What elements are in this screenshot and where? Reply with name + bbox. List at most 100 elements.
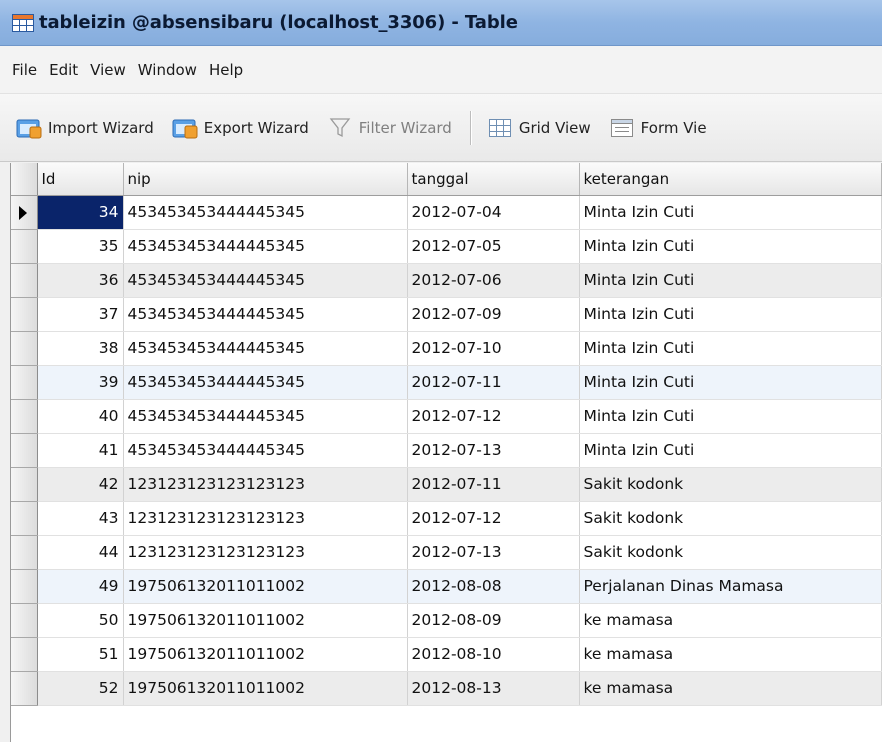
cell-tanggal[interactable]: 2012-08-13 bbox=[407, 671, 580, 706]
cell-nip[interactable]: 197506132011011002 bbox=[123, 603, 408, 638]
cell-nip[interactable]: 123123123123123123 bbox=[123, 535, 408, 570]
table-row[interactable]: 34 453453453444445345 2012-07-04 Minta Izin… bbox=[11, 195, 882, 230]
table-row[interactable]: 36 453453453444445345 2012-07-06 Minta Izin… bbox=[11, 263, 882, 298]
cell-nip[interactable]: 453453453444445345 bbox=[123, 263, 408, 298]
table-row[interactable]: 51 197506132011011002 2012-08-10 ke mamasa bbox=[11, 637, 882, 672]
row-selector[interactable] bbox=[11, 501, 38, 536]
cell-id[interactable]: 52 bbox=[37, 671, 124, 706]
cell-nip[interactable]: 197506132011011002 bbox=[123, 671, 408, 706]
cell-nip[interactable]: 453453453444445345 bbox=[123, 399, 408, 434]
cell-tanggal[interactable]: 2012-07-13 bbox=[407, 433, 580, 468]
cell-nip[interactable]: 453453453444445345 bbox=[123, 297, 408, 332]
row-selector[interactable] bbox=[11, 535, 38, 570]
cell-id[interactable]: 34 bbox=[37, 195, 124, 230]
table-row[interactable]: 38 453453453444445345 2012-07-10 Minta Izin… bbox=[11, 331, 882, 366]
row-selector[interactable] bbox=[11, 331, 38, 366]
cell-tanggal[interactable]: 2012-07-09 bbox=[407, 297, 580, 332]
cell-keterangan[interactable]: Sakit kodonk bbox=[579, 501, 882, 536]
cell-tanggal[interactable]: 2012-07-11 bbox=[407, 467, 580, 502]
cell-id[interactable]: 36 bbox=[37, 263, 124, 298]
form-view-button[interactable]: Form Vie bbox=[603, 113, 713, 143]
cell-keterangan[interactable]: Sakit kodonk bbox=[579, 535, 882, 570]
cell-keterangan[interactable]: Minta Izin Cuti bbox=[579, 399, 882, 434]
row-selector[interactable] bbox=[11, 263, 38, 298]
menu-window[interactable]: Window bbox=[132, 58, 203, 82]
cell-id[interactable]: 39 bbox=[37, 365, 124, 400]
cell-id[interactable]: 38 bbox=[37, 331, 124, 366]
cell-keterangan[interactable]: ke mamasa bbox=[579, 671, 882, 706]
row-selector[interactable] bbox=[11, 671, 38, 706]
row-selector[interactable] bbox=[11, 365, 38, 400]
table-row[interactable]: 49 197506132011011002 2012-08-08 Perjalanan… bbox=[11, 569, 882, 604]
cell-nip[interactable]: 453453453444445345 bbox=[123, 433, 408, 468]
cell-keterangan[interactable]: Minta Izin Cuti bbox=[579, 365, 882, 400]
cell-tanggal[interactable]: 2012-07-04 bbox=[407, 195, 580, 230]
data-grid[interactable]: Id nip tanggal keterangan 34 453453453444… bbox=[10, 163, 882, 742]
cell-keterangan[interactable]: Minta Izin Cuti bbox=[579, 433, 882, 468]
row-selector[interactable] bbox=[11, 433, 38, 468]
cell-tanggal[interactable]: 2012-08-08 bbox=[407, 569, 580, 604]
cell-keterangan[interactable]: ke mamasa bbox=[579, 603, 882, 638]
cell-keterangan[interactable]: Sakit kodonk bbox=[579, 467, 882, 502]
cell-tanggal[interactable]: 2012-08-09 bbox=[407, 603, 580, 638]
table-row[interactable]: 41 453453453444445345 2012-07-13 Minta Izin… bbox=[11, 433, 882, 468]
cell-keterangan[interactable]: Minta Izin Cuti bbox=[579, 331, 882, 366]
cell-keterangan[interactable]: Perjalanan Dinas Mamasa bbox=[579, 569, 882, 604]
column-header-id[interactable]: Id bbox=[37, 163, 124, 196]
cell-id[interactable]: 44 bbox=[37, 535, 124, 570]
cell-id[interactable]: 42 bbox=[37, 467, 124, 502]
cell-keterangan[interactable]: Minta Izin Cuti bbox=[579, 195, 882, 230]
cell-tanggal[interactable]: 2012-07-10 bbox=[407, 331, 580, 366]
cell-tanggal[interactable]: 2012-07-12 bbox=[407, 399, 580, 434]
cell-id[interactable]: 41 bbox=[37, 433, 124, 468]
cell-id[interactable]: 51 bbox=[37, 637, 124, 672]
cell-id[interactable]: 49 bbox=[37, 569, 124, 604]
cell-nip[interactable]: 123123123123123123 bbox=[123, 467, 408, 502]
grid-view-button[interactable]: Grid View bbox=[481, 113, 597, 143]
cell-tanggal[interactable]: 2012-08-10 bbox=[407, 637, 580, 672]
table-row[interactable]: 40 453453453444445345 2012-07-12 Minta Izin… bbox=[11, 399, 882, 434]
cell-tanggal[interactable]: 2012-07-13 bbox=[407, 535, 580, 570]
cell-keterangan[interactable]: Minta Izin Cuti bbox=[579, 297, 882, 332]
row-selector[interactable] bbox=[11, 637, 38, 672]
row-selector[interactable] bbox=[11, 399, 38, 434]
table-row[interactable]: 39 453453453444445345 2012-07-11 Minta Izin… bbox=[11, 365, 882, 400]
cell-keterangan[interactable]: Minta Izin Cuti bbox=[579, 263, 882, 298]
cell-tanggal[interactable]: 2012-07-11 bbox=[407, 365, 580, 400]
column-header-keterangan[interactable]: keterangan bbox=[579, 163, 882, 196]
cell-id[interactable]: 37 bbox=[37, 297, 124, 332]
row-selector[interactable] bbox=[11, 229, 38, 264]
cell-nip[interactable]: 453453453444445345 bbox=[123, 365, 408, 400]
table-row[interactable]: 42 123123123123123123 2012-07-11 Sakit kodo… bbox=[11, 467, 882, 502]
row-selector-header[interactable] bbox=[11, 163, 38, 196]
cell-nip[interactable]: 123123123123123123 bbox=[123, 501, 408, 536]
cell-nip[interactable]: 453453453444445345 bbox=[123, 195, 408, 230]
export-wizard-button[interactable]: Export Wizard bbox=[166, 113, 315, 143]
table-row[interactable]: 37 453453453444445345 2012-07-09 Minta Izin… bbox=[11, 297, 882, 332]
table-row[interactable]: 35 453453453444445345 2012-07-05 Minta Izin… bbox=[11, 229, 882, 264]
table-row[interactable]: 52 197506132011011002 2012-08-13 ke mamasa bbox=[11, 671, 882, 706]
table-row[interactable]: 44 123123123123123123 2012-07-13 Sakit kodo… bbox=[11, 535, 882, 570]
cell-keterangan[interactable]: ke mamasa bbox=[579, 637, 882, 672]
column-header-tanggal[interactable]: tanggal bbox=[407, 163, 580, 196]
cell-keterangan[interactable]: Minta Izin Cuti bbox=[579, 229, 882, 264]
row-selector[interactable] bbox=[11, 195, 38, 230]
row-selector[interactable] bbox=[11, 569, 38, 604]
row-selector[interactable] bbox=[11, 467, 38, 502]
table-row[interactable]: 50 197506132011011002 2012-08-09 ke mamasa bbox=[11, 603, 882, 638]
import-wizard-button[interactable]: Import Wizard bbox=[10, 113, 160, 143]
cell-id[interactable]: 35 bbox=[37, 229, 124, 264]
filter-wizard-button[interactable]: Filter Wizard bbox=[321, 113, 458, 143]
row-selector[interactable] bbox=[11, 603, 38, 638]
cell-nip[interactable]: 197506132011011002 bbox=[123, 637, 408, 672]
title-bar[interactable]: tableizin @absensibaru (localhost_3306) … bbox=[0, 0, 882, 46]
table-row[interactable]: 43 123123123123123123 2012-07-12 Sakit kodo… bbox=[11, 501, 882, 536]
cell-nip[interactable]: 453453453444445345 bbox=[123, 331, 408, 366]
cell-nip[interactable]: 197506132011011002 bbox=[123, 569, 408, 604]
menu-edit[interactable]: Edit bbox=[43, 58, 84, 82]
cell-tanggal[interactable]: 2012-07-06 bbox=[407, 263, 580, 298]
cell-tanggal[interactable]: 2012-07-12 bbox=[407, 501, 580, 536]
cell-id[interactable]: 40 bbox=[37, 399, 124, 434]
cell-tanggal[interactable]: 2012-07-05 bbox=[407, 229, 580, 264]
cell-id[interactable]: 50 bbox=[37, 603, 124, 638]
